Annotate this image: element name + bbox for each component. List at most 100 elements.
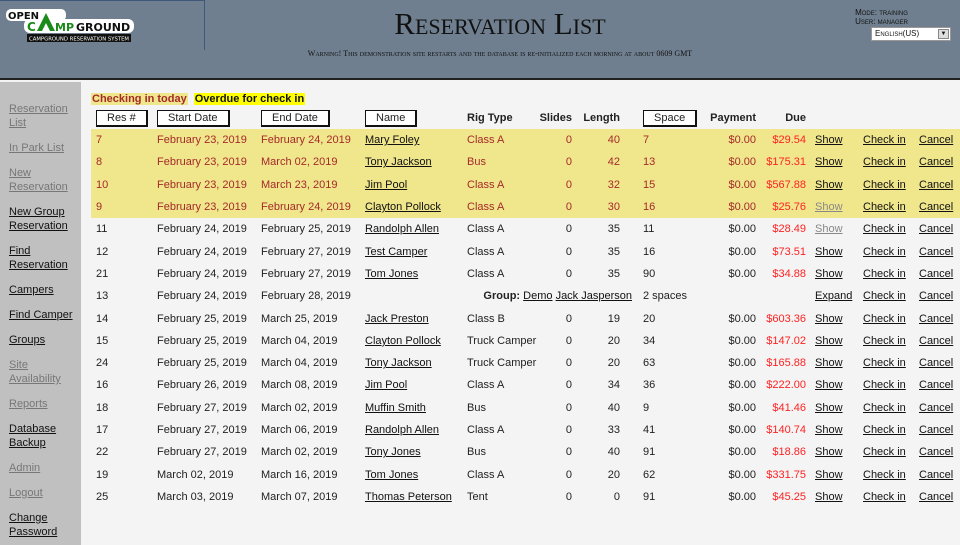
camper-name-link[interactable]: Test Camper (365, 246, 427, 258)
language-select[interactable]: English(US) ▼ (871, 27, 951, 41)
show-link[interactable]: Show (815, 201, 843, 213)
check-in-link[interactable]: Check in (863, 313, 906, 325)
cancel-link[interactable]: Cancel (919, 156, 953, 168)
show-link[interactable]: Show (815, 134, 843, 146)
show-link[interactable]: Show (815, 402, 843, 414)
sidebar-item-database-backup[interactable]: Database Backup (9, 422, 81, 450)
cancel-link[interactable]: Cancel (919, 290, 953, 302)
show-link[interactable]: Show (815, 491, 843, 503)
camper-name-link[interactable]: Tony Jackson (365, 357, 432, 369)
cancel-link[interactable]: Cancel (919, 179, 953, 191)
camper-name-link[interactable]: Clayton Pollock (365, 335, 441, 347)
payment: $0.00 (728, 468, 756, 481)
due: $140.74 (766, 424, 806, 436)
camper-name-link[interactable]: Tom Jones (365, 469, 418, 481)
res-number: 13 (96, 290, 109, 303)
show-link[interactable]: Show (815, 469, 843, 481)
check-in-link[interactable]: Check in (863, 469, 906, 481)
camper-name-link[interactable]: Muffin Smith (365, 402, 426, 414)
show-link[interactable]: Show (815, 379, 843, 391)
show-link[interactable]: Show (815, 223, 843, 235)
show-link[interactable]: Show (815, 313, 843, 325)
sidebar-item-admin[interactable]: Admin (9, 461, 81, 475)
length: 40 (607, 401, 620, 414)
sidebar-item-logout[interactable]: Logout (9, 486, 81, 500)
group-name-link[interactable]: Demo (523, 290, 552, 302)
sidebar-item-new-reservation[interactable]: New Reservation (9, 166, 81, 194)
sidebar-item-reservation-list[interactable]: Reservation List (9, 102, 81, 130)
show-link[interactable]: Show (815, 335, 843, 347)
camper-name-link[interactable]: Tom Jones (365, 268, 418, 280)
camper-name-link-cell: Tom Jones (360, 263, 462, 285)
cancel-link[interactable]: Cancel (919, 223, 953, 235)
camper-name-link[interactable]: Jack Preston (365, 313, 429, 325)
show-link[interactable]: Show (815, 246, 843, 258)
sidebar-item-in-park-list[interactable]: In Park List (9, 141, 81, 155)
camper-name-link[interactable]: Mary Foley (365, 134, 419, 146)
cancel-link[interactable]: Cancel (919, 335, 953, 347)
page-title: Reservation List (394, 6, 606, 41)
cancel-link[interactable]: Cancel (919, 268, 953, 280)
sidebar-item-site-availability[interactable]: Site Availability (9, 358, 81, 386)
camper-name-link[interactable]: Clayton Pollock (365, 201, 441, 213)
camper-name-link[interactable]: Jim Pool (365, 379, 407, 391)
show-link[interactable]: Show (815, 424, 843, 436)
dropdown-arrow-icon[interactable]: ▼ (938, 29, 949, 39)
check-in-link[interactable]: Check in (863, 156, 906, 168)
sidebar-item-reports[interactable]: Reports (9, 397, 81, 411)
check-in-link[interactable]: Check in (863, 223, 906, 235)
cancel-link[interactable]: Cancel (919, 246, 953, 258)
sidebar-item-campers[interactable]: Campers (9, 283, 81, 297)
show-link[interactable]: Show (815, 268, 843, 280)
cancel-link[interactable]: Cancel (919, 313, 953, 325)
sort-name-button[interactable]: Name (365, 109, 418, 127)
cancel-link[interactable]: Cancel (919, 491, 953, 503)
check-in-link[interactable]: Check in (863, 357, 906, 369)
check-in-link[interactable]: Check in (863, 424, 906, 436)
cancel-link[interactable]: Cancel (919, 379, 953, 391)
check-in-link[interactable]: Check in (863, 446, 906, 458)
group-contact-link[interactable]: Jack Jasperson (556, 290, 632, 302)
sort-end-date-button[interactable]: End Date (261, 109, 330, 127)
demo-warning: Warning! This demonstration site restart… (307, 49, 693, 58)
show-link[interactable]: Show (815, 179, 843, 191)
camper-name-link[interactable]: Tony Jones (365, 446, 421, 458)
check-in-link[interactable]: Check in (863, 491, 906, 503)
rig-type: Class A (467, 245, 505, 258)
sidebar-item-groups[interactable]: Groups (9, 333, 81, 347)
sort-space-button[interactable]: Space (643, 109, 698, 127)
cancel-link[interactable]: Cancel (919, 469, 953, 481)
check-in-link[interactable]: Check in (863, 179, 906, 191)
sidebar-item-new-group-reservation[interactable]: New Group Reservation (9, 205, 81, 233)
check-in-link[interactable]: Check in (863, 201, 906, 213)
sort-res-button[interactable]: Res # (96, 109, 148, 127)
show-link[interactable]: Show (815, 446, 843, 458)
due: $567.88 (760, 173, 810, 196)
cancel-link[interactable]: Cancel (919, 402, 953, 414)
camper-name-link[interactable]: Thomas Peterson (365, 491, 452, 503)
camper-name-link[interactable]: Randolph Allen (365, 424, 439, 436)
check-in-link[interactable]: Check in (863, 290, 906, 302)
cancel-link[interactable]: Cancel (919, 446, 953, 458)
check-in-link[interactable]: Check in (863, 379, 906, 391)
cancel-link[interactable]: Cancel (919, 424, 953, 436)
camper-name-link[interactable]: Randolph Allen (365, 223, 439, 235)
camper-name-link[interactable]: Jim Pool (365, 179, 407, 191)
check-in-link[interactable]: Check in (863, 402, 906, 414)
sidebar-item-find-reservation[interactable]: Find Reservation (9, 244, 81, 272)
check-in-link[interactable]: Check in (863, 335, 906, 347)
sort-start-date-button[interactable]: Start Date (157, 109, 230, 127)
camper-name-link[interactable]: Tony Jackson (365, 156, 432, 168)
sidebar-item-find-camper[interactable]: Find Camper (9, 308, 81, 322)
cancel-link[interactable]: Cancel (919, 134, 953, 146)
check-in-link[interactable]: Check in (863, 134, 906, 146)
check-in-link[interactable]: Check in (863, 246, 906, 258)
expand-link[interactable]: Expand (815, 290, 852, 302)
show-link[interactable]: Show (815, 357, 843, 369)
sidebar-item-change-password[interactable]: Change Password (9, 511, 81, 539)
show-link[interactable]: Show (815, 156, 843, 168)
table-row: 8 February 23, 2019 March 02, 2019 Tony Jac… (91, 151, 960, 174)
cancel-link[interactable]: Cancel (919, 201, 953, 213)
check-in-link[interactable]: Check in (863, 268, 906, 280)
cancel-link[interactable]: Cancel (919, 357, 953, 369)
